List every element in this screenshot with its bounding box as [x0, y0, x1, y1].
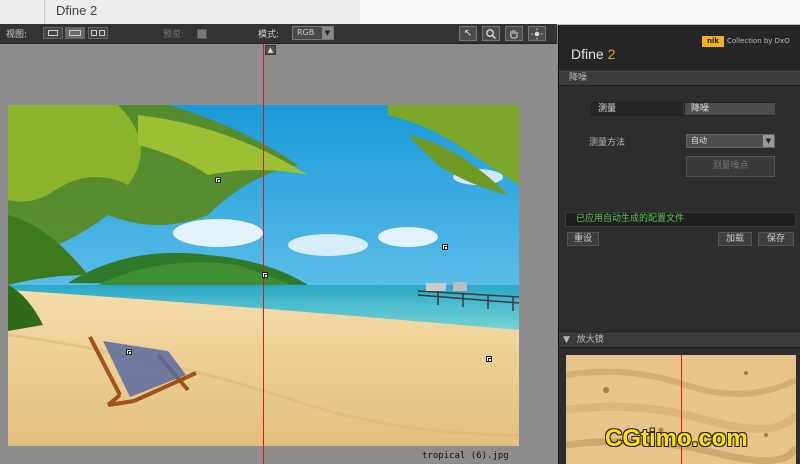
triangle-down-icon: ▼ [563, 335, 570, 345]
split-view-button[interactable] [65, 27, 85, 39]
noise-control-point-icon[interactable] [486, 356, 492, 362]
loupe-section-header[interactable]: ▼ 放大镜 [559, 333, 800, 348]
image-filename: tropical (6).jpg [422, 451, 509, 461]
titlebar-divider [44, 0, 45, 24]
hand-tool-icon[interactable] [505, 26, 523, 41]
tab-reduce[interactable]: 降噪 [684, 103, 775, 115]
noise-control-point-icon[interactable] [126, 349, 132, 355]
chevron-down-icon: ▼ [763, 135, 774, 147]
view-label: 视图: [6, 30, 28, 40]
watermark-text: CGtimo.com [605, 425, 748, 452]
plugin-name: Dfine 2 [571, 46, 616, 62]
load-button[interactable]: 加载 [718, 232, 752, 246]
side-by-side-view-button[interactable] [88, 27, 108, 39]
view-toolbar: 视图: 预览: 模式: RGB ▼ ↖ [0, 24, 557, 44]
brightness-tool-icon[interactable] [528, 26, 546, 41]
noise-control-point-icon[interactable] [442, 244, 448, 250]
zoom-tool-icon[interactable] [482, 26, 500, 41]
split-divider-line[interactable] [263, 44, 264, 464]
measure-noise-button[interactable]: 测量噪点 [686, 156, 775, 177]
collection-label: Collection by DxO [727, 37, 790, 45]
measure-method-select[interactable]: 自动 ▼ [686, 134, 775, 148]
control-panel: nik Collection by DxO Dfine 2 降噪 测量 降噪 测… [558, 25, 800, 464]
measure-method-value: 自动 [691, 136, 707, 145]
preview-label: 预览: [163, 30, 185, 40]
preview-checkbox[interactable] [197, 29, 207, 39]
reset-button[interactable]: 重设 [567, 232, 599, 246]
split-handle-icon[interactable]: ▲ [265, 45, 276, 55]
noise-control-point-icon[interactable] [262, 272, 268, 278]
chevron-down-icon: ▼ [322, 27, 333, 39]
nik-logo: nik [702, 36, 724, 47]
mode-value: RGB [297, 28, 315, 37]
mode-select[interactable]: RGB ▼ [292, 26, 334, 40]
title-bar: Dfine 2 [0, 0, 800, 25]
brand-header: nik Collection by DxO Dfine 2 [559, 25, 800, 69]
mode-tabs: 测量 降噪 [591, 102, 775, 116]
status-message: 已应用自动生成的配置文件 [565, 212, 796, 227]
save-button[interactable]: 保存 [758, 232, 794, 246]
noise-control-point-icon[interactable] [215, 177, 221, 183]
measure-method-label: 测量方法 [589, 138, 626, 148]
titlebar-blank-area [360, 0, 800, 24]
single-view-button[interactable] [43, 27, 63, 39]
window-title: Dfine 2 [56, 3, 98, 18]
mode-label: 模式: [258, 30, 280, 40]
tab-measure[interactable]: 测量 [592, 103, 683, 115]
noise-reduction-section-header[interactable]: 降噪 [559, 71, 800, 86]
pointer-tool-icon[interactable]: ↖ [459, 26, 477, 41]
